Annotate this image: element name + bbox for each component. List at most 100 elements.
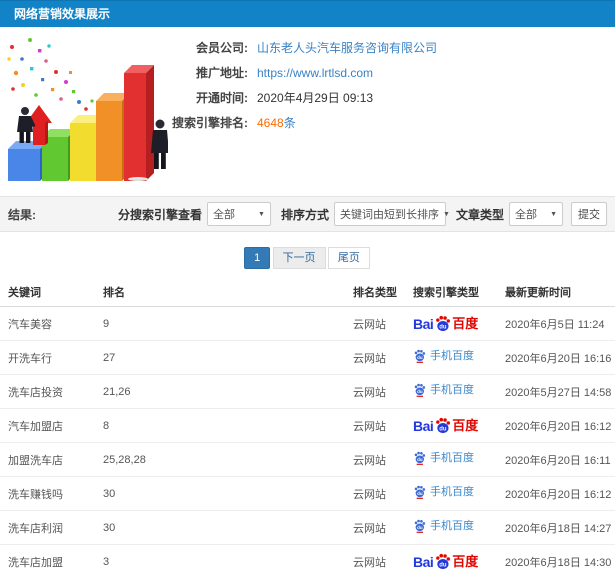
svg-text:du: du xyxy=(417,457,423,462)
baidu-cn-text: 百度 xyxy=(452,317,478,330)
promo-url-label: 推广地址: xyxy=(168,64,248,81)
table-body: 汽车美容 9 云网站 Bai du 百度 xyxy=(0,307,615,578)
results-table: 关键词 排名 排名类型 搜索引擎类型 最新更新时间 汽车美容 9 云网站 Bai… xyxy=(0,279,615,578)
next-page-button[interactable]: 下一页 xyxy=(273,247,326,269)
svg-text:du: du xyxy=(417,355,423,360)
bar-chart-growth-illustration xyxy=(0,27,168,191)
baidu-paw-icon: du xyxy=(434,553,451,570)
filter-controls: 分搜索引擎查看 全部 ▼ 排序方式 关键词由短到长排序 ▼ 文章类型 全部 ▼ … xyxy=(108,202,607,226)
svg-text:du: du xyxy=(417,525,423,530)
updated-cell: 2020年6月5日 11:24 xyxy=(497,307,615,341)
baidu-bai-text: Bai xyxy=(413,317,433,331)
promo-url-link[interactable]: https://www.lrtlsd.com xyxy=(257,66,373,80)
rank-cell[interactable]: 30 xyxy=(95,477,345,511)
col-keyword: 关键词 xyxy=(0,279,95,307)
mobile-baidu-logo: du 手机百度 xyxy=(413,519,474,533)
rank-cell[interactable]: 27 xyxy=(95,341,345,375)
svg-text:du: du xyxy=(417,491,423,496)
baidu-logo: Bai du 百度 xyxy=(413,417,478,434)
rank-type-cell: 云网站 xyxy=(345,511,405,545)
rank-type-cell: 云网站 xyxy=(345,443,405,477)
updated-cell: 2020年6月20日 16:12 xyxy=(497,409,615,443)
rank-type-cell: 云网站 xyxy=(345,477,405,511)
info-section: 会员公司: 山东老人头汽车服务咨询有限公司 推广地址: https://www.… xyxy=(0,27,615,196)
open-time-value: 2020年4月29日 09:13 xyxy=(257,89,373,106)
updated-cell: 2020年6月20日 16:12 xyxy=(497,477,615,511)
marketing-illustration xyxy=(0,27,168,191)
engine-rank-count: 4648 xyxy=(257,116,284,130)
svg-text:du: du xyxy=(440,426,448,432)
updated-cell: 2020年5月27日 14:58 xyxy=(497,375,615,409)
baidu-logo: Bai du 百度 xyxy=(413,553,478,570)
updated-cell: 2020年6月20日 16:16 xyxy=(497,341,615,375)
rank-type-cell: 云网站 xyxy=(345,409,405,443)
keyword-cell: 洗车店投资 xyxy=(0,375,95,409)
mobile-baidu-logo: du 手机百度 xyxy=(413,451,474,465)
engine-cell: Bai du 百度 du xyxy=(405,477,497,511)
engine-cell: Bai du 百度 du xyxy=(405,375,497,409)
table-row: 开洗车行 27 云网站 Bai du 百度 xyxy=(0,341,615,375)
page-1-button[interactable]: 1 xyxy=(244,247,270,269)
engine-filter-label: 分搜索引擎查看 xyxy=(118,206,202,223)
engine-cell: Bai du 百度 du xyxy=(405,511,497,545)
rank-cell[interactable]: 8 xyxy=(95,409,345,443)
updated-cell: 2020年6月18日 14:30 xyxy=(497,545,615,578)
header-bar: 网络营销效果展示 xyxy=(0,0,615,27)
sort-select[interactable]: 关键词由短到长排序 ▼ xyxy=(334,202,446,226)
svg-text:du: du xyxy=(440,562,448,568)
keyword-cell: 汽车美容 xyxy=(0,307,95,341)
engine-cell: Bai du 百度 du xyxy=(405,341,497,375)
last-page-button[interactable]: 尾页 xyxy=(328,247,370,269)
baidu-paw-icon: du xyxy=(434,417,451,434)
table-row: 汽车美容 9 云网站 Bai du 百度 xyxy=(0,307,615,341)
table-row: 汽车加盟店 8 云网站 Bai du 百度 xyxy=(0,409,615,443)
pagination: 1 下一页 尾页 xyxy=(0,247,615,269)
engine-cell: Bai du 百度 du xyxy=(405,545,497,578)
open-time-label: 开通时间: xyxy=(168,89,248,106)
company-link[interactable]: 山东老人头汽车服务咨询有限公司 xyxy=(257,39,437,56)
baidu-bai-text: Bai xyxy=(413,555,433,569)
svg-text:du: du xyxy=(417,389,423,394)
sort-select-value: 关键词由短到长排序 xyxy=(340,206,439,222)
rank-type-cell: 云网站 xyxy=(345,307,405,341)
keyword-cell: 洗车店利润 xyxy=(0,511,95,545)
table-row: 加盟洗车店 25,28,28 云网站 Bai du 百度 xyxy=(0,443,615,477)
updated-cell: 2020年6月18日 14:27 xyxy=(497,511,615,545)
mobile-baidu-label: 手机百度 xyxy=(430,385,474,396)
mobile-baidu-label: 手机百度 xyxy=(430,351,474,362)
col-updated: 最新更新时间 xyxy=(497,279,615,307)
rank-cell[interactable]: 3 xyxy=(95,545,345,578)
col-rank: 排名 xyxy=(95,279,345,307)
engine-rank-label: 搜索引擎排名: xyxy=(168,114,248,131)
mobile-baidu-label: 手机百度 xyxy=(430,521,474,532)
confetti-dots xyxy=(7,38,93,111)
engine-cell: Bai du 百度 du xyxy=(405,409,497,443)
mobile-baidu-paw-icon: du xyxy=(413,383,426,397)
rank-type-cell: 云网站 xyxy=(345,341,405,375)
rank-type-cell: 云网站 xyxy=(345,545,405,578)
mobile-baidu-label: 手机百度 xyxy=(430,453,474,464)
baidu-paw-icon: du xyxy=(434,315,451,332)
col-rank-type: 排名类型 xyxy=(345,279,405,307)
rank-cell[interactable]: 9 xyxy=(95,307,345,341)
updated-cell: 2020年6月20日 16:11 xyxy=(497,443,615,477)
mobile-baidu-paw-icon: du xyxy=(413,485,426,499)
rank-cell[interactable]: 21,26 xyxy=(95,375,345,409)
submit-button[interactable]: 提交 xyxy=(571,202,607,226)
baidu-logo: Bai du 百度 xyxy=(413,315,478,332)
engine-select[interactable]: 全部 ▼ xyxy=(207,202,271,226)
type-select[interactable]: 全部 ▼ xyxy=(509,202,563,226)
table-row: 洗车赚钱吗 30 云网站 Bai du 百度 xyxy=(0,477,615,511)
table-row: 洗车店加盟 3 云网站 Bai du 百度 xyxy=(0,545,615,578)
engine-rank-unit: 条 xyxy=(284,114,296,131)
mobile-baidu-paw-icon: du xyxy=(413,519,426,533)
rank-cell[interactable]: 30 xyxy=(95,511,345,545)
baidu-cn-text: 百度 xyxy=(452,419,478,432)
rank-cell[interactable]: 25,28,28 xyxy=(95,443,345,477)
mobile-baidu-paw-icon: du xyxy=(413,451,426,465)
mobile-baidu-label: 手机百度 xyxy=(430,487,474,498)
mobile-baidu-paw-icon: du xyxy=(413,349,426,363)
mobile-baidu-logo: du 手机百度 xyxy=(413,485,474,499)
engine-cell: Bai du 百度 du xyxy=(405,443,497,477)
chevron-down-icon: ▼ xyxy=(439,211,450,218)
